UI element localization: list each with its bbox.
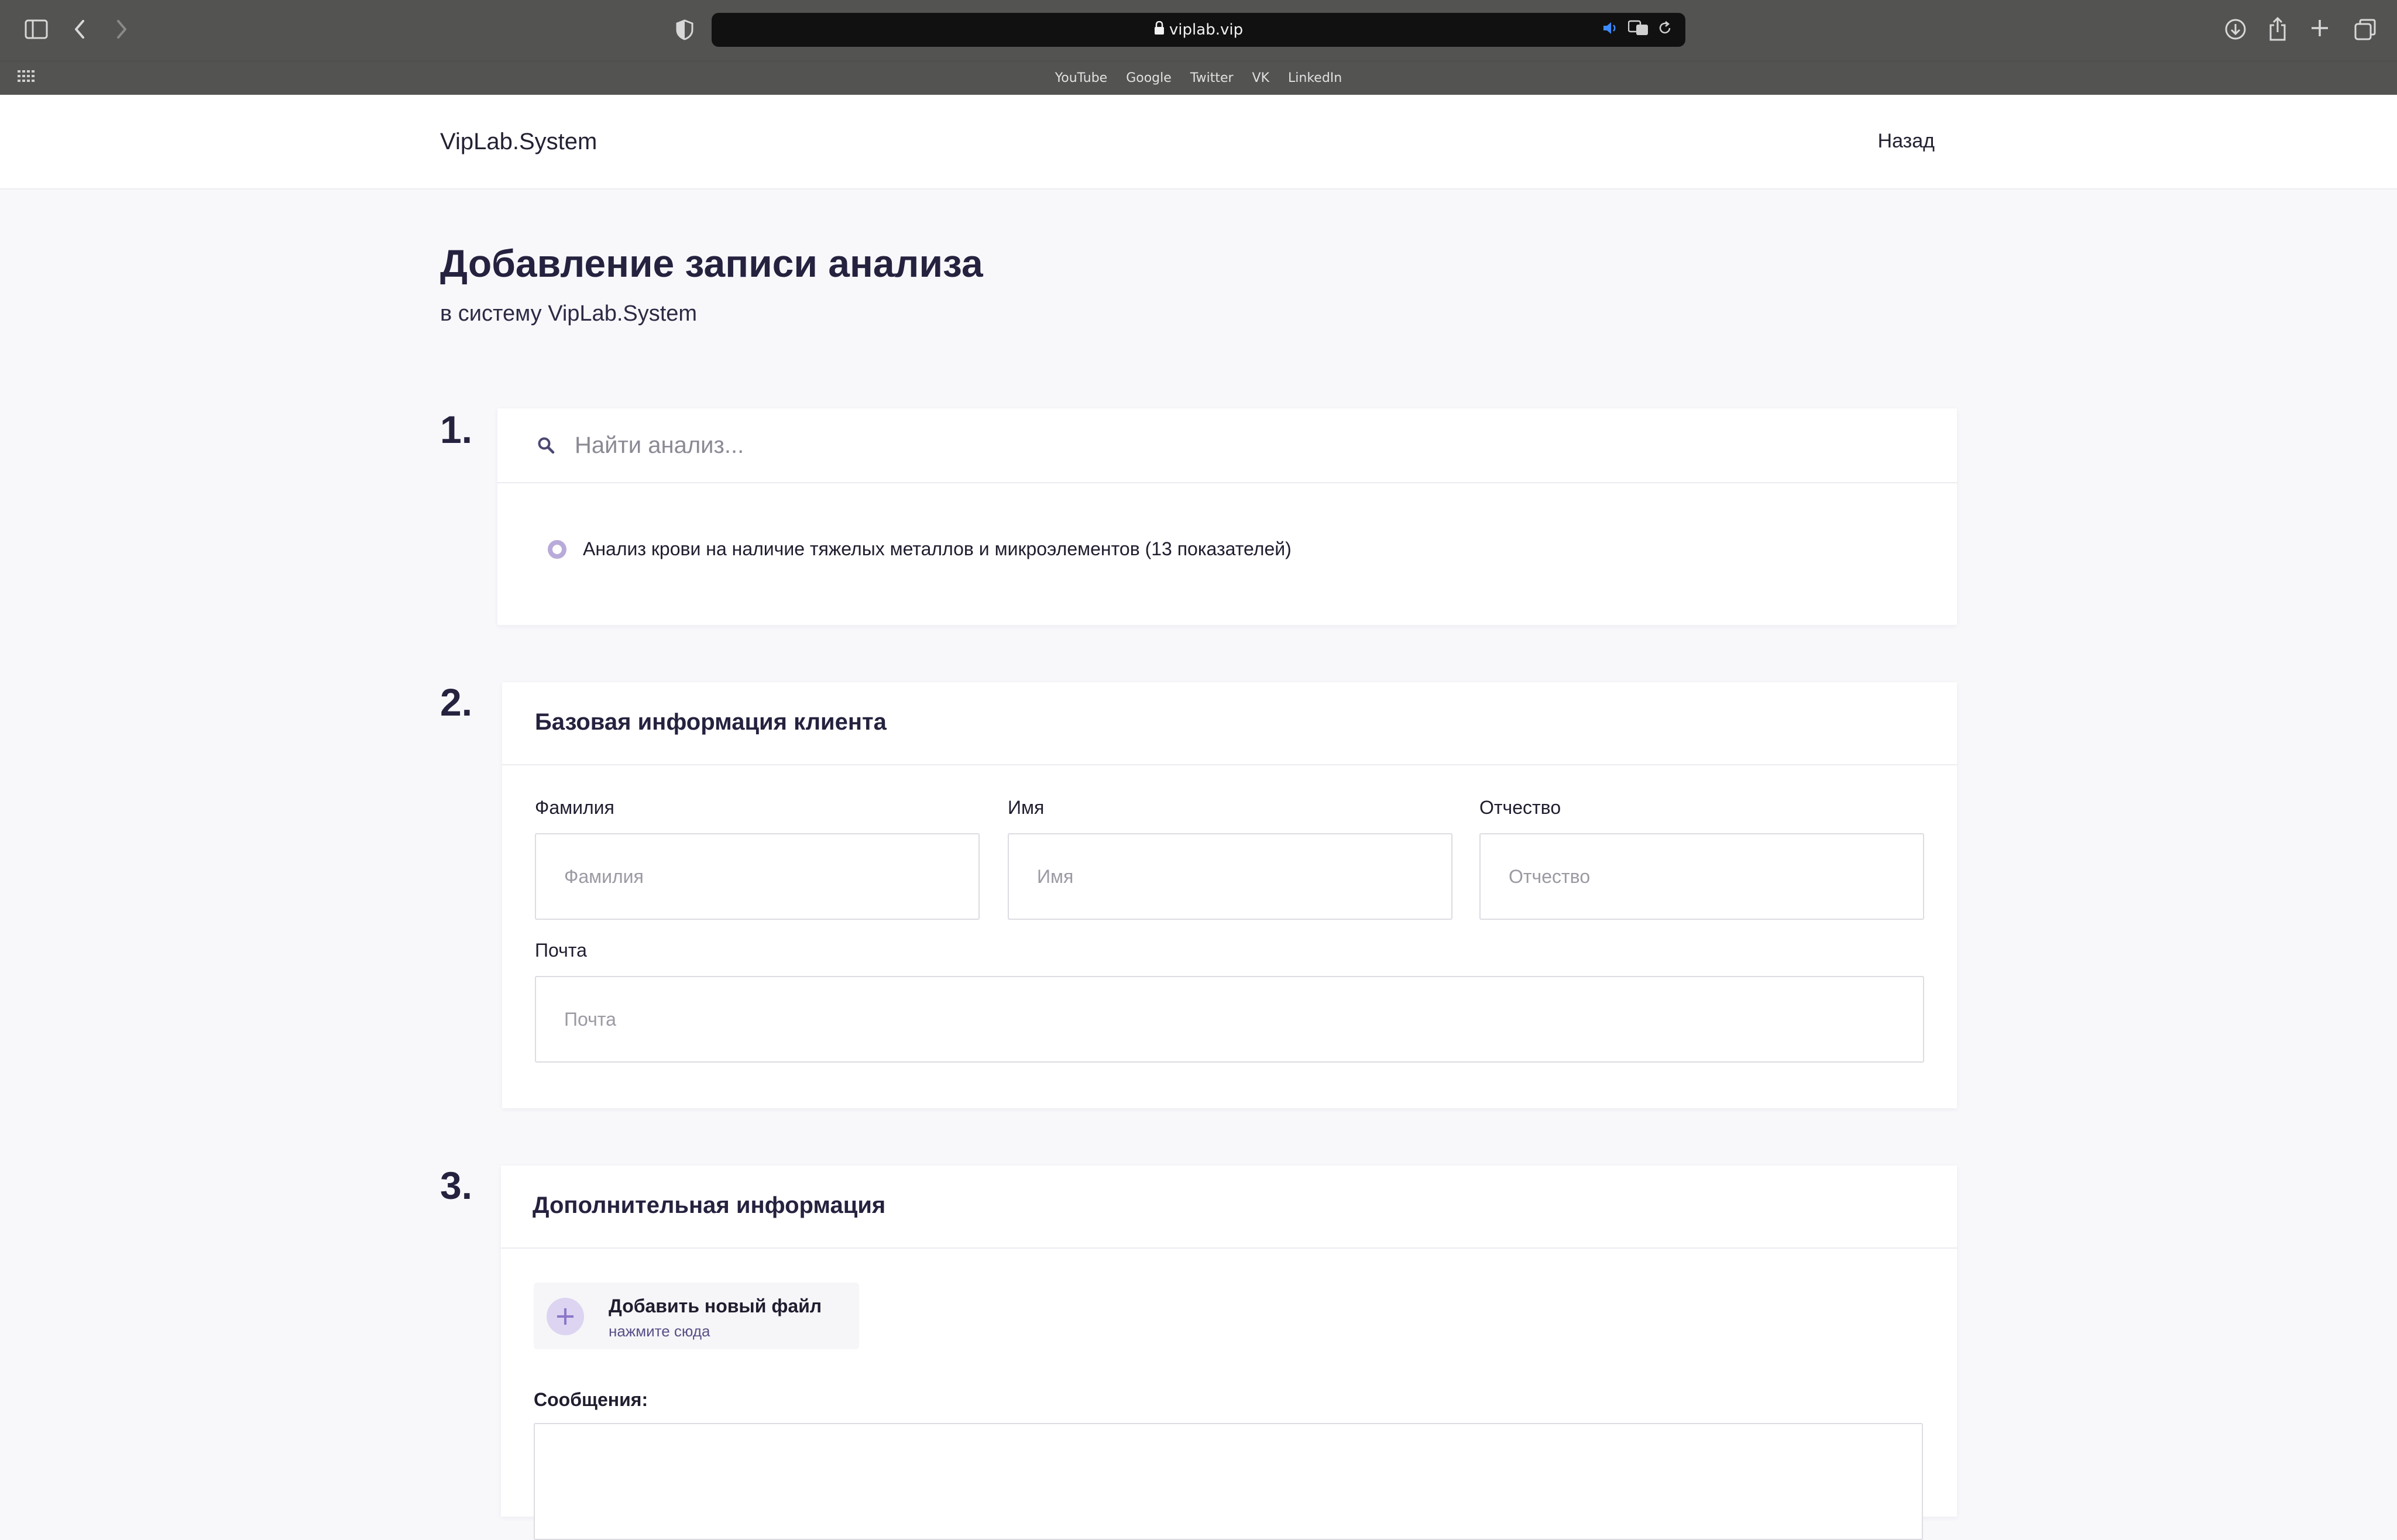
patronymic-label: Отчество: [1479, 797, 1561, 818]
translate-icon[interactable]: [1627, 20, 1649, 40]
email-field[interactable]: [535, 976, 1924, 1063]
page-title: Добавление записи анализа: [440, 242, 983, 285]
patronymic-field[interactable]: [1479, 833, 1924, 920]
bookmarks-list: YouTube Google Twitter VK LinkedIn: [0, 61, 2397, 95]
downloads-icon[interactable]: [2224, 18, 2247, 41]
bookmark-linkedin[interactable]: LinkedIn: [1288, 71, 1342, 85]
address-bar[interactable]: viplab.vip: [712, 13, 1685, 47]
address-url: viplab.vip: [1169, 21, 1244, 39]
step-number-2: 2.: [440, 680, 473, 724]
back-arrow-icon[interactable]: [73, 18, 87, 41]
new-tab-icon[interactable]: [2309, 18, 2330, 39]
email-label: Почта: [535, 940, 587, 961]
site-header: VipLab.System Назад: [0, 95, 2397, 190]
bookmark-vk[interactable]: VK: [1252, 71, 1269, 85]
last-name-field[interactable]: [535, 833, 980, 920]
reload-icon[interactable]: [1657, 20, 1673, 40]
client-info-card: Базовая информация клиента Фамилия Имя О…: [502, 682, 1957, 1108]
search-row: [497, 408, 1957, 483]
search-icon: [537, 436, 555, 454]
tab-overview-icon[interactable]: [2354, 18, 2377, 41]
speaker-icon[interactable]: [1602, 20, 1620, 40]
add-file-button[interactable]: Добавить новый файл нажмите сюда: [534, 1283, 859, 1349]
page-subtitle: в систему VipLab.System: [440, 301, 698, 326]
privacy-shield-icon[interactable]: [675, 19, 694, 41]
back-link[interactable]: Назад: [1878, 130, 1935, 153]
plus-icon: [547, 1298, 584, 1335]
client-info-header: Базовая информация клиента: [502, 682, 1957, 765]
client-info-title: Базовая информация клиента: [535, 709, 887, 735]
additional-info-card: Дополнительная информация Добавить новый…: [501, 1166, 1957, 1540]
messages-label: Сообщения:: [534, 1389, 648, 1410]
analysis-option-radio[interactable]: [548, 539, 566, 559]
additional-info-title: Дополнительная информация: [533, 1192, 886, 1218]
lock-icon: [1154, 20, 1165, 39]
add-file-hint: нажмите сюда: [609, 1322, 710, 1340]
step-number-3: 3.: [440, 1164, 473, 1207]
share-icon[interactable]: [2267, 16, 2288, 42]
bookmark-twitter[interactable]: Twitter: [1190, 71, 1234, 85]
last-name-label: Фамилия: [535, 797, 614, 818]
bookmark-youtube[interactable]: YouTube: [1055, 71, 1107, 85]
add-file-title: Добавить новый файл: [609, 1295, 822, 1316]
analysis-search-card: Анализ крови на наличие тяжелых металлов…: [497, 408, 1957, 625]
bookmark-google[interactable]: Google: [1126, 71, 1172, 85]
first-name-field[interactable]: [1008, 833, 1452, 920]
brand-logo[interactable]: VipLab.System: [440, 129, 597, 155]
analysis-option[interactable]: Анализ крови на наличие тяжелых металлов…: [548, 538, 1292, 560]
messages-textarea[interactable]: [534, 1423, 1923, 1540]
analysis-search-input[interactable]: [575, 432, 1862, 459]
sidebar-toggle-icon[interactable]: [25, 19, 48, 40]
forward-arrow-icon[interactable]: [115, 18, 129, 41]
first-name-label: Имя: [1008, 797, 1045, 818]
additional-info-header: Дополнительная информация: [501, 1166, 1957, 1249]
analysis-option-label[interactable]: Анализ крови на наличие тяжелых металлов…: [583, 538, 1292, 560]
step-number-1: 1.: [440, 408, 473, 451]
